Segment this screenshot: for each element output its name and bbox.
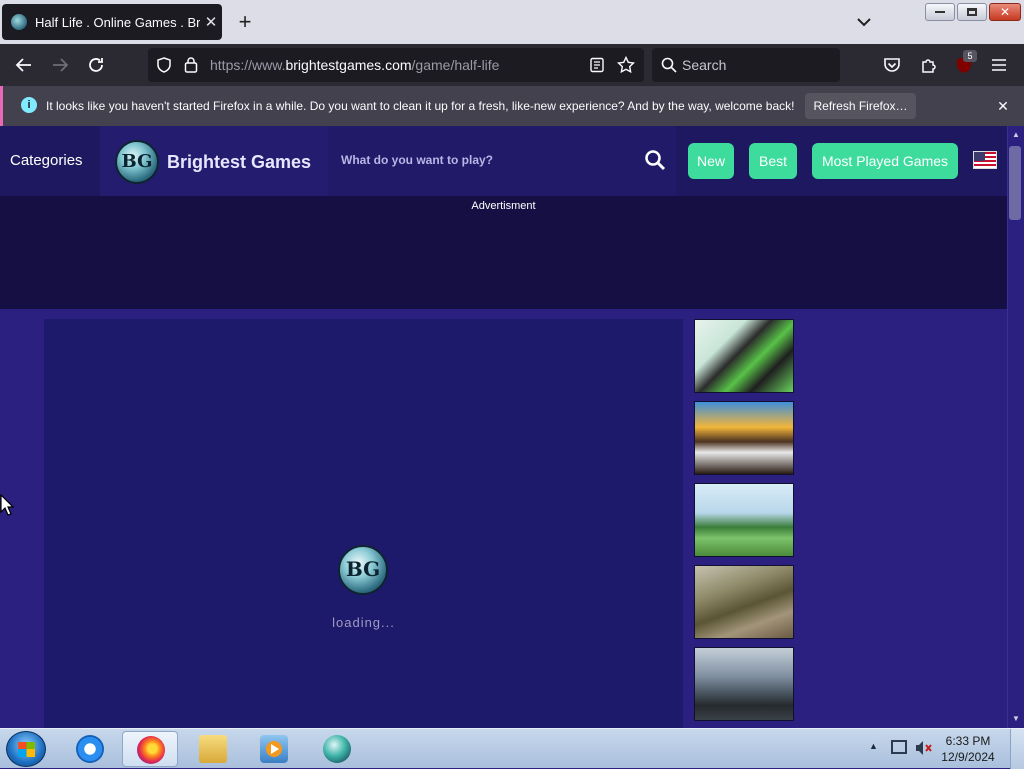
- refresh-firefox-button[interactable]: Refresh Firefox…: [805, 93, 916, 119]
- game-search-placeholder: What do you want to play?: [341, 153, 493, 167]
- forward-button[interactable]: [47, 52, 73, 78]
- scrollbar-thumb[interactable]: [1009, 146, 1021, 220]
- site-name: Brightest Games: [167, 152, 312, 172]
- url-path: /game/half-life: [411, 57, 500, 73]
- hamburger-menu-icon[interactable]: [991, 57, 1007, 78]
- loading-logo-icon: BG: [338, 545, 388, 595]
- nav-best-button[interactable]: Best: [749, 143, 797, 179]
- system-clock[interactable]: 6:33 PM 12/9/2024: [938, 733, 998, 765]
- game-frame[interactable]: BG loading...: [44, 319, 683, 728]
- address-bar[interactable]: https://www.brightestgames.com/game/half…: [148, 48, 644, 82]
- show-hidden-icons-icon[interactable]: ▲: [869, 741, 878, 751]
- reload-button[interactable]: [83, 52, 109, 78]
- notification-message: It looks like you haven't started Firefo…: [46, 99, 795, 113]
- us-flag-language-icon[interactable]: [973, 151, 997, 169]
- taskbar-firefox[interactable]: [122, 731, 178, 767]
- site-logo-link[interactable]: BG Brightest Games: [100, 126, 328, 196]
- firefox-icon: [137, 736, 165, 764]
- bookmark-star-icon[interactable]: [616, 55, 636, 79]
- tracking-protection-shield-icon[interactable]: [156, 57, 172, 78]
- scroll-up-arrow-icon[interactable]: ▲: [1010, 130, 1022, 140]
- media-player-icon: [260, 735, 288, 763]
- list-all-tabs-icon[interactable]: [852, 10, 876, 34]
- advertisement-area: Advertisment: [0, 196, 1007, 309]
- start-button[interactable]: [6, 731, 46, 767]
- browser-search-placeholder: Search: [682, 57, 727, 73]
- tab-title: Half Life . Online Games . Bright: [35, 14, 200, 30]
- advertisement-label: Advertisment: [471, 200, 536, 212]
- browser-search-box[interactable]: Search: [652, 48, 840, 82]
- url-text[interactable]: https://www.brightestgames.com/game/half…: [210, 57, 499, 73]
- nav-new-button[interactable]: New: [688, 143, 734, 179]
- window-minimize-button[interactable]: [925, 3, 955, 21]
- close-notification-icon[interactable]: ✕: [993, 96, 1013, 116]
- categories-menu[interactable]: Categories: [10, 152, 83, 169]
- network-icon[interactable]: [891, 740, 907, 754]
- tab-bar: Half Life . Online Games . Bright ✕ + ✕: [0, 0, 1024, 44]
- scroll-down-arrow-icon[interactable]: ▼: [1010, 714, 1022, 724]
- back-button[interactable]: [11, 52, 37, 78]
- related-game-thumbnail[interactable]: [694, 647, 794, 721]
- related-game-thumbnail[interactable]: [694, 319, 794, 393]
- windows-taskbar: ▲ 6:33 PM 12/9/2024: [0, 728, 1024, 769]
- game-search-input[interactable]: What do you want to play?: [328, 126, 676, 196]
- site-favicon-icon: [11, 14, 27, 30]
- site-header: Categories BG Brightest Games What do yo…: [0, 126, 1007, 196]
- reader-view-icon[interactable]: [589, 57, 605, 78]
- loading-text: loading...: [332, 615, 395, 630]
- brightest-games-logo: BG: [115, 140, 159, 184]
- refresh-notification-bar: i It looks like you haven't started Fire…: [0, 86, 1024, 126]
- search-icon[interactable]: [644, 149, 666, 176]
- close-tab-icon[interactable]: ✕: [200, 13, 222, 31]
- clock-time: 6:33 PM: [945, 734, 991, 748]
- search-icon: [661, 57, 677, 76]
- taskbar-brightest-games[interactable]: [309, 731, 365, 767]
- related-game-thumbnail[interactable]: [694, 483, 794, 557]
- taskbar-file-explorer[interactable]: [185, 731, 241, 767]
- windows-logo-icon: [18, 742, 35, 757]
- volume-muted-icon[interactable]: [915, 740, 933, 756]
- info-icon: i: [21, 97, 37, 113]
- related-game-thumbnail[interactable]: [694, 565, 794, 639]
- show-desktop-button[interactable]: [1010, 729, 1024, 769]
- taskbar-media-player[interactable]: [246, 731, 302, 767]
- page-viewport: Categories BG Brightest Games What do yo…: [0, 126, 1024, 728]
- url-prefix: https://www.: [210, 57, 286, 73]
- extension-badge-count: 5: [963, 50, 977, 62]
- taskbar-internet-explorer[interactable]: [62, 731, 118, 767]
- pocket-icon[interactable]: [883, 56, 901, 79]
- internet-explorer-icon: [76, 735, 104, 763]
- mouse-cursor-icon: [0, 494, 14, 516]
- brightest-games-app-icon: [323, 735, 351, 763]
- folder-icon: [199, 735, 227, 763]
- extensions-puzzle-icon[interactable]: [920, 56, 938, 79]
- window-restore-button[interactable]: [957, 3, 987, 21]
- lock-icon[interactable]: [184, 56, 198, 78]
- clock-date: 12/9/2024: [941, 750, 995, 764]
- url-domain: brightestgames.com: [285, 57, 412, 73]
- new-tab-button[interactable]: +: [232, 8, 258, 36]
- window-close-button[interactable]: ✕: [989, 3, 1021, 21]
- related-game-thumbnail[interactable]: [694, 401, 794, 475]
- active-tab[interactable]: Half Life . Online Games . Bright ✕: [2, 4, 222, 40]
- nav-most-played-button[interactable]: Most Played Games: [812, 143, 958, 179]
- navigation-toolbar: https://www.brightestgames.com/game/half…: [0, 44, 1024, 86]
